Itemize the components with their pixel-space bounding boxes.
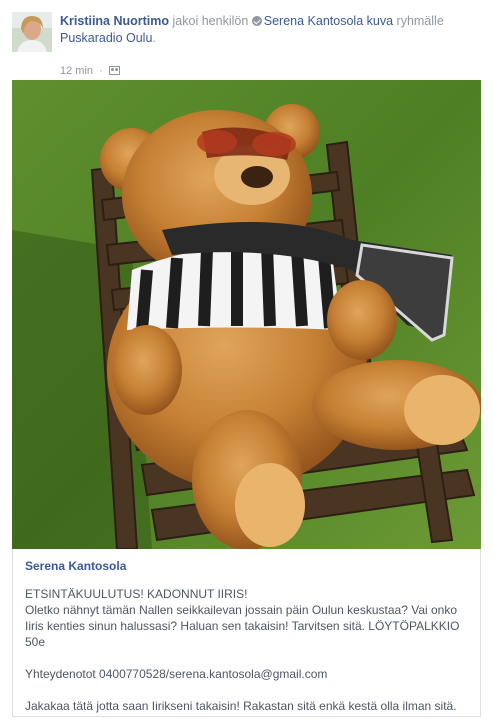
post-headline: Kristiina Nuortimo jakoi henkilön Serena… bbox=[60, 13, 482, 47]
shared-post-attachment[interactable]: Serena Kantosola ETSINTÄKUULUTUS! KADONN… bbox=[12, 549, 481, 717]
actor-name-link[interactable]: Kristiina Nuortimo bbox=[60, 14, 169, 28]
verified-share-icon bbox=[251, 16, 262, 26]
headline-period: . bbox=[152, 31, 156, 45]
attachment-author[interactable]: Serena Kantosola bbox=[25, 559, 126, 573]
timestamp-link[interactable]: 12 min bbox=[60, 65, 93, 77]
group-link[interactable]: Puskaradio Oulu bbox=[60, 31, 152, 45]
attachment-paragraph: Jakakaa tätä jotta saan Iirikseni takais… bbox=[25, 699, 457, 713]
avatar[interactable] bbox=[12, 12, 52, 52]
shared-photo[interactable] bbox=[12, 80, 481, 549]
attachment-paragraph: Yhteydenotot 0400770528/serena.kantosola… bbox=[25, 667, 328, 681]
meta-separator: · bbox=[99, 65, 103, 77]
post-meta: 12 min · bbox=[60, 64, 120, 78]
attachment-body: ETSINTÄKUULUTUS! KADONNUT IIRIS! Oletko … bbox=[25, 586, 473, 720]
avatar-photo bbox=[12, 12, 52, 52]
group-text: ryhmälle bbox=[396, 14, 444, 28]
attachment-paragraph: ETSINTÄKUULUTUS! KADONNUT IIRIS! bbox=[25, 587, 248, 601]
original-author-link[interactable]: Serena Kantosola bbox=[264, 14, 363, 28]
photo-link[interactable]: kuva bbox=[367, 14, 393, 28]
attachment-paragraph: Oletko nähnyt tämän Nallen seikkailevan … bbox=[25, 603, 460, 649]
group-icon[interactable] bbox=[108, 66, 120, 75]
post-header: Kristiina Nuortimo jakoi henkilön Serena… bbox=[12, 12, 482, 77]
shared-text: jakoi henkilön bbox=[172, 14, 249, 28]
